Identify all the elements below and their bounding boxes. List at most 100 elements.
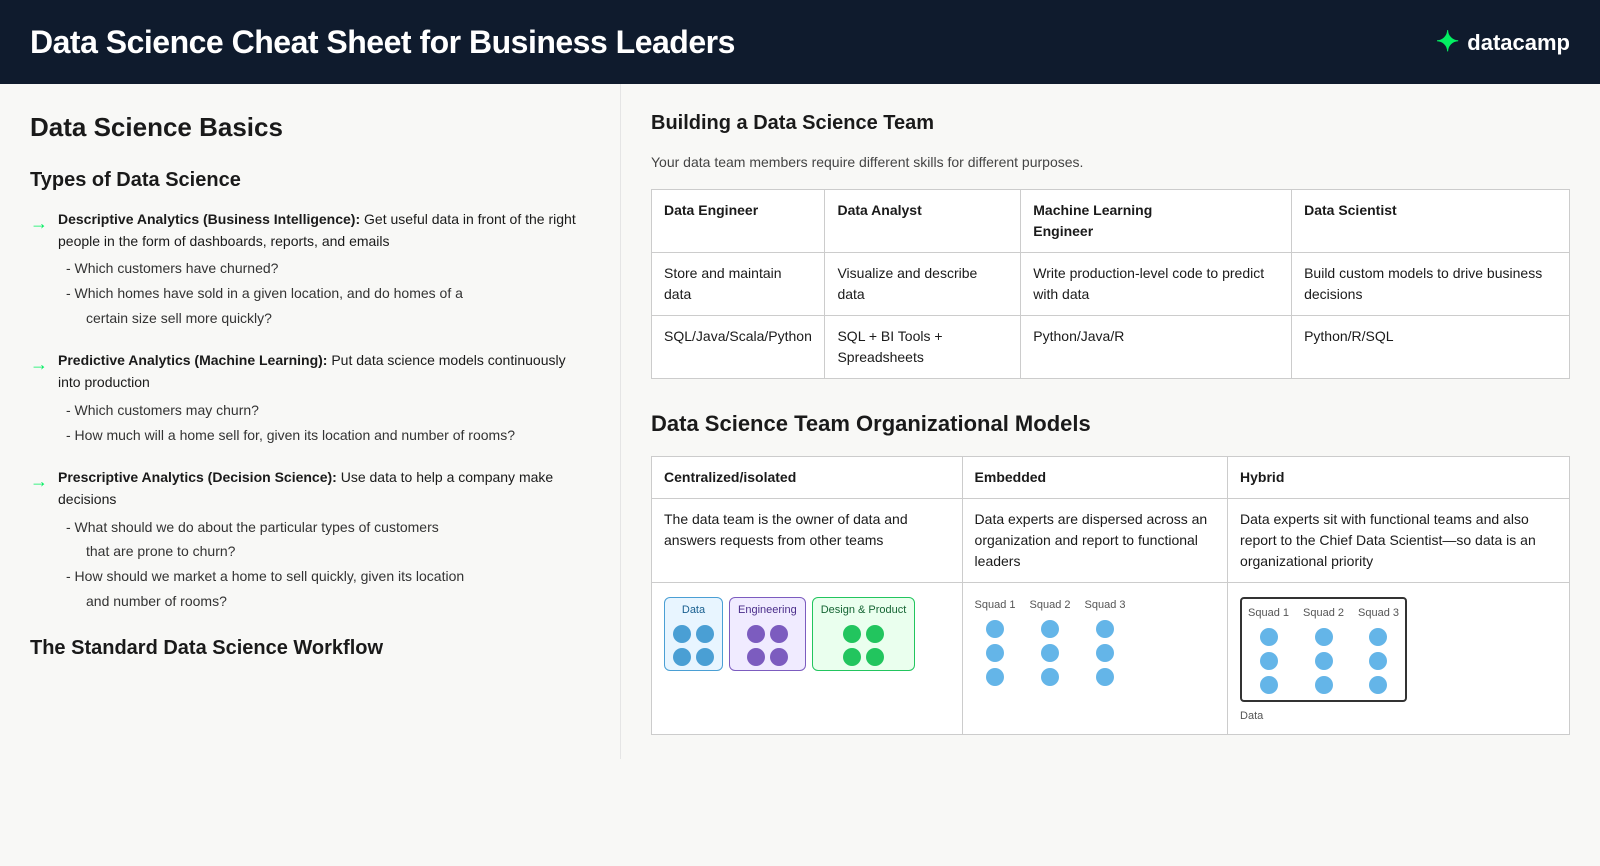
dot-purple-4 bbox=[770, 648, 788, 666]
team-cell-1-4: Build custom models to drive business de… bbox=[1292, 253, 1570, 316]
analytics-label-2: Predictive Analytics (Machine Learning):… bbox=[58, 350, 590, 393]
team-cell-2-4: Python/R/SQL bbox=[1292, 316, 1570, 379]
team-row-2: SQL/Java/Scala/Python SQL + BI Tools + S… bbox=[652, 316, 1570, 379]
org-table: Centralized/isolated Embedded Hybrid The… bbox=[651, 456, 1570, 735]
hs2-dot2 bbox=[1315, 652, 1333, 670]
dot-blue-3 bbox=[673, 648, 691, 666]
analytics-bold-3: Prescriptive Analytics (Decision Science… bbox=[58, 469, 337, 485]
dot-blue-2 bbox=[696, 625, 714, 643]
analytics-sub-2b: - How much will a home sell for, given i… bbox=[66, 425, 590, 447]
team-box-design-label: Design & Product bbox=[821, 602, 907, 619]
org-desc-1: The data team is the owner of data and a… bbox=[652, 499, 963, 583]
analytics-sub-1c: certain size sell more quickly? bbox=[86, 308, 590, 330]
hybrid-squad-3: Squad 3 bbox=[1358, 605, 1399, 694]
org-header-3: Hybrid bbox=[1228, 457, 1570, 499]
org-diagram-centralized: Data bbox=[652, 583, 963, 735]
team-cell-1-2: Visualize and describe data bbox=[825, 253, 1021, 316]
team-table: Data Engineer Data Analyst Machine Learn… bbox=[651, 189, 1570, 379]
team-header-2: Data Analyst bbox=[825, 190, 1021, 253]
squad1-dot2 bbox=[986, 644, 1004, 662]
analytics-bold-1: Descriptive Analytics (Business Intellig… bbox=[58, 211, 360, 227]
right-column: Building a Data Science Team Your data t… bbox=[620, 84, 1600, 759]
org-title: Data Science Team Organizational Models bbox=[651, 407, 1570, 440]
squad1-dot3 bbox=[986, 668, 1004, 686]
analytics-content-2: Predictive Analytics (Machine Learning):… bbox=[58, 350, 590, 449]
team-title: Building a Data Science Team bbox=[651, 108, 1570, 138]
analytics-sub-1b: - Which homes have sold in a given locat… bbox=[66, 283, 590, 305]
analytics-sub-2a: - Which customers may churn? bbox=[66, 400, 590, 422]
logo-icon: ✦ bbox=[1436, 21, 1459, 63]
page-title: Data Science Cheat Sheet for Business Le… bbox=[30, 18, 735, 66]
squad3-dot2 bbox=[1096, 644, 1114, 662]
org-diagram-hybrid: Squad 1 Squad 2 bbox=[1228, 583, 1570, 735]
dot-green-1 bbox=[843, 625, 861, 643]
hybrid-squad-1-title: Squad 1 bbox=[1248, 605, 1289, 622]
dot-blue-1 bbox=[673, 625, 691, 643]
logo: ✦ datacamp bbox=[1436, 21, 1570, 63]
squad-block-3: Squad 3 bbox=[1085, 597, 1126, 686]
team-box-engineering: Engineering bbox=[729, 597, 806, 671]
analytics-sub-3a: - What should we do about the particular… bbox=[66, 517, 590, 539]
team-cell-2-1: SQL/Java/Scala/Python bbox=[652, 316, 825, 379]
arrow-icon-1: → bbox=[30, 210, 48, 237]
team-box-design: Design & Product bbox=[812, 597, 916, 671]
analytics-sub-3d: and number of rooms? bbox=[86, 591, 590, 613]
design-dots bbox=[821, 625, 907, 666]
hybrid-data-label: Data bbox=[1240, 708, 1557, 725]
squad-block-2: Squad 2 bbox=[1030, 597, 1071, 686]
analytics-label-1: Descriptive Analytics (Business Intellig… bbox=[58, 209, 590, 252]
team-cell-2-2: SQL + BI Tools + Spreadsheets bbox=[825, 316, 1021, 379]
arrow-icon-3: → bbox=[30, 468, 48, 495]
org-diagram-row: Data bbox=[652, 583, 1570, 735]
team-box-data: Data bbox=[664, 597, 723, 671]
hybrid-box: Squad 1 Squad 2 bbox=[1240, 597, 1407, 702]
dot-purple-3 bbox=[747, 648, 765, 666]
org-diagram-embedded: Squad 1 Squad 2 bbox=[962, 583, 1227, 735]
hs3-dot1 bbox=[1369, 628, 1387, 646]
team-cell-2-3: Python/Java/R bbox=[1021, 316, 1292, 379]
arrow-icon-2: → bbox=[30, 351, 48, 378]
section-title: Data Science Basics bbox=[30, 108, 590, 147]
squad2-dot1 bbox=[1041, 620, 1059, 638]
org-header-2: Embedded bbox=[962, 457, 1227, 499]
hybrid-squad-1: Squad 1 bbox=[1248, 605, 1289, 694]
hybrid-squad-2: Squad 2 bbox=[1303, 605, 1344, 694]
dot-green-4 bbox=[866, 648, 884, 666]
squad2-dot2 bbox=[1041, 644, 1059, 662]
logo-text: datacamp bbox=[1467, 26, 1570, 59]
analytics-content-3: Prescriptive Analytics (Decision Science… bbox=[58, 467, 590, 615]
eng-dots bbox=[738, 625, 797, 666]
dot-green-3 bbox=[843, 648, 861, 666]
analytics-item-predictive: → Predictive Analytics (Machine Learning… bbox=[30, 350, 590, 449]
hs1-dot2 bbox=[1260, 652, 1278, 670]
analytics-bold-2: Predictive Analytics (Machine Learning): bbox=[58, 352, 327, 368]
hs1-dot1 bbox=[1260, 628, 1278, 646]
analytics-sub-3c: - How should we market a home to sell qu… bbox=[66, 566, 590, 588]
squad-block-1: Squad 1 bbox=[975, 597, 1016, 686]
hybrid-squad-2-title: Squad 2 bbox=[1303, 605, 1344, 622]
left-column: Data Science Basics Types of Data Scienc… bbox=[0, 84, 620, 759]
hs1-dot3 bbox=[1260, 676, 1278, 694]
team-box-data-label: Data bbox=[673, 602, 714, 619]
analytics-content-1: Descriptive Analytics (Business Intellig… bbox=[58, 209, 590, 332]
team-header-3: Machine LearningEngineer bbox=[1021, 190, 1292, 253]
analytics-sub-3b: that are prone to churn? bbox=[86, 541, 590, 563]
header: Data Science Cheat Sheet for Business Le… bbox=[0, 0, 1600, 84]
team-cell-1-1: Store and maintain data bbox=[652, 253, 825, 316]
types-title: Types of Data Science bbox=[30, 165, 590, 195]
team-subtitle: Your data team members require different… bbox=[651, 152, 1570, 173]
org-desc-2: Data experts are dispersed across an org… bbox=[962, 499, 1227, 583]
main-content: Data Science Basics Types of Data Scienc… bbox=[0, 84, 1600, 759]
dot-purple-1 bbox=[747, 625, 765, 643]
squad1-dot1 bbox=[986, 620, 1004, 638]
team-header-1: Data Engineer bbox=[652, 190, 825, 253]
team-row-1: Store and maintain data Visualize and de… bbox=[652, 253, 1570, 316]
hs3-dot3 bbox=[1369, 676, 1387, 694]
org-desc-row: The data team is the owner of data and a… bbox=[652, 499, 1570, 583]
hs2-dot3 bbox=[1315, 676, 1333, 694]
team-box-eng-label: Engineering bbox=[738, 602, 797, 619]
hs2-dot1 bbox=[1315, 628, 1333, 646]
analytics-label-3: Prescriptive Analytics (Decision Science… bbox=[58, 467, 590, 510]
org-header-1: Centralized/isolated bbox=[652, 457, 963, 499]
hs3-dot2 bbox=[1369, 652, 1387, 670]
